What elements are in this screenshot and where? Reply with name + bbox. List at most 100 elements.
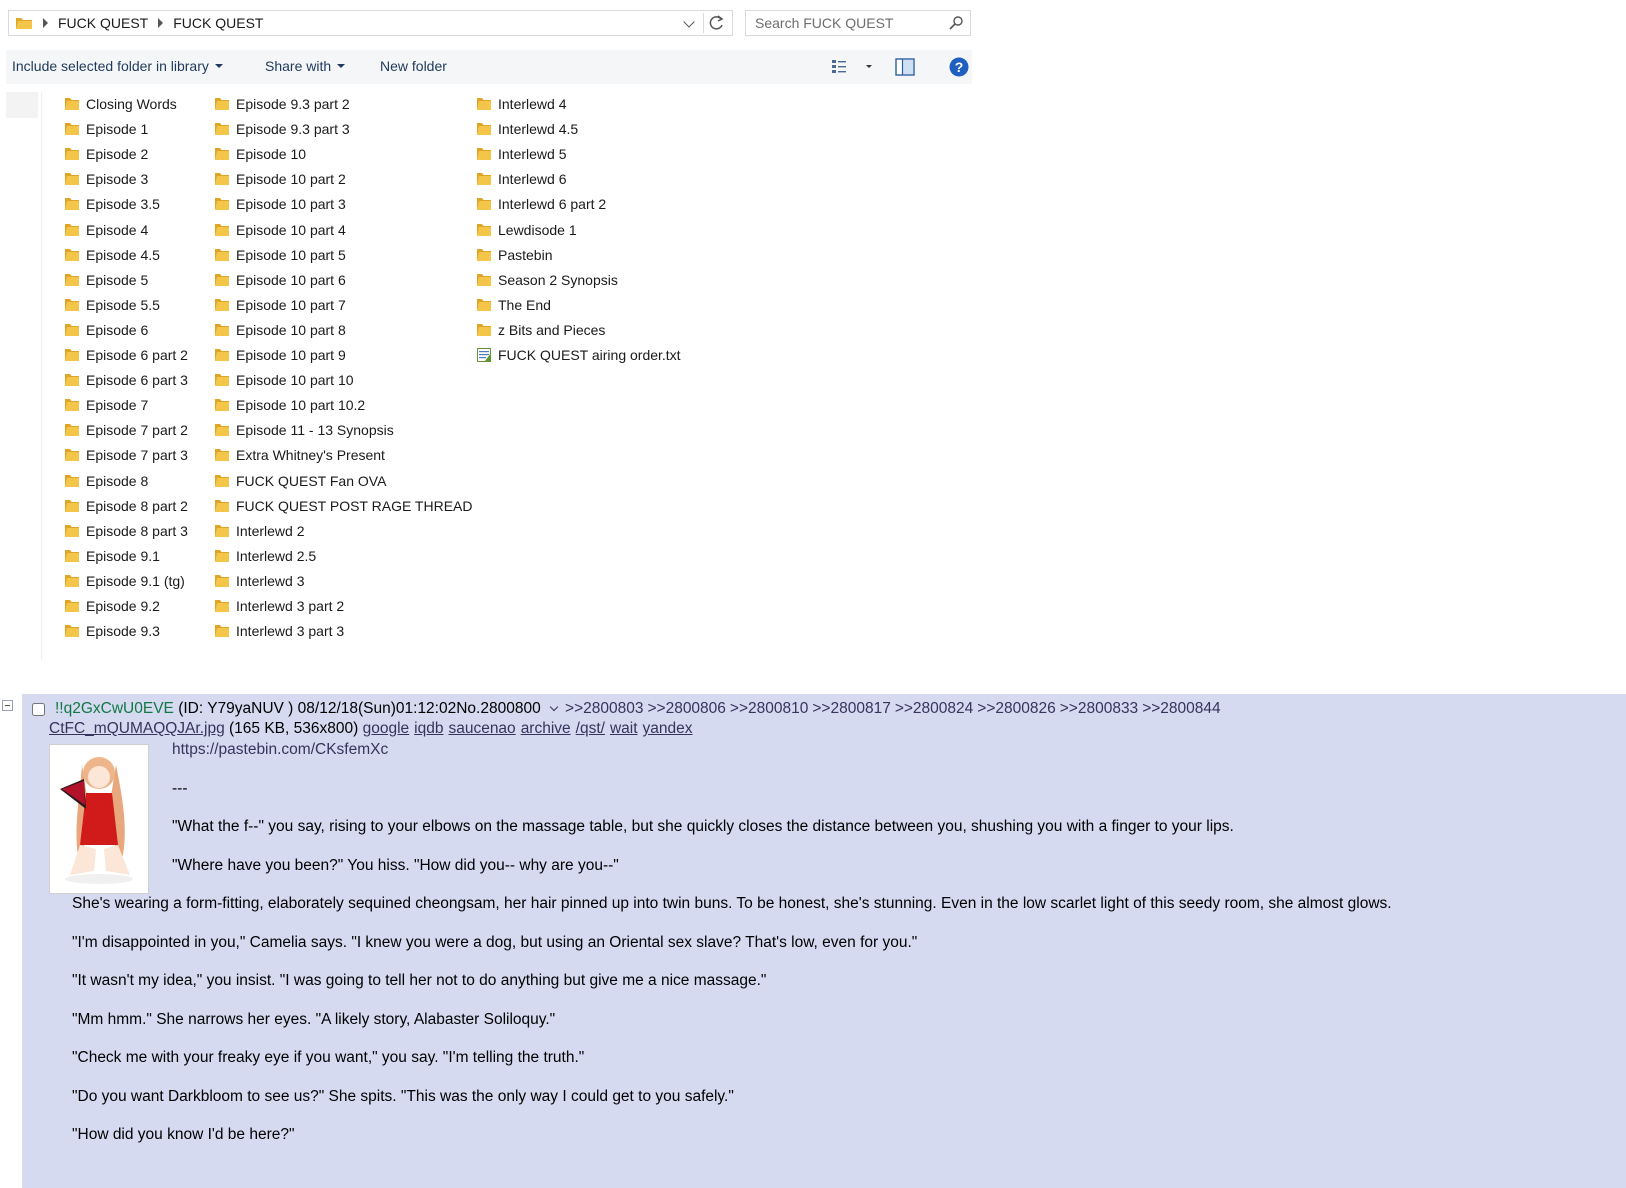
preview-pane-icon[interactable] <box>894 56 916 78</box>
folder-item[interactable]: Episode 8 part 3 <box>64 519 188 543</box>
folder-item[interactable]: Episode 2 <box>64 142 148 166</box>
refresh-icon[interactable] <box>706 13 728 33</box>
post-menu-icon[interactable] <box>549 702 559 712</box>
folder-item[interactable]: Episode 11 - 13 Synopsis <box>214 418 394 442</box>
share-with-button[interactable]: Share with <box>265 58 346 74</box>
include-in-library-button[interactable]: Include selected folder in library <box>12 58 223 74</box>
folder-item[interactable]: Episode 8 part 2 <box>64 494 188 518</box>
folder-item[interactable]: Episode 5.5 <box>64 293 160 317</box>
folder-icon <box>477 148 491 160</box>
collapse-post-toggle[interactable] <box>2 700 13 711</box>
breadcrumb-item[interactable]: FUCK QUEST <box>58 15 148 31</box>
folder-item[interactable]: Episode 10 part 7 <box>214 293 346 317</box>
folder-item[interactable]: Episode 10 part 5 <box>214 243 346 267</box>
folder-item[interactable]: Episode 9.3 <box>64 619 160 643</box>
search-box[interactable] <box>745 10 971 36</box>
folder-item[interactable]: Interlewd 6 part 2 <box>476 192 606 216</box>
folder-item[interactable]: Episode 10 part 8 <box>214 318 346 342</box>
folder-item[interactable]: Interlewd 6 <box>476 167 566 191</box>
file-item[interactable]: FUCK QUEST airing order.txt <box>476 343 681 367</box>
folder-item[interactable]: Episode 10 part 6 <box>214 268 346 292</box>
folder-item[interactable]: Episode 9.3 part 2 <box>214 92 350 116</box>
reply-link[interactable]: >>2800824 <box>895 700 973 717</box>
chevron-down-icon[interactable] <box>682 15 698 31</box>
item-label: Episode 2 <box>86 146 149 162</box>
image-search-link[interactable]: yandex <box>643 720 693 737</box>
help-icon[interactable]: ? <box>948 56 970 78</box>
folder-item[interactable]: Lewdisode 1 <box>476 218 577 242</box>
folder-item[interactable]: Episode 9.3 part 3 <box>214 117 350 141</box>
anime-girl-illustration <box>50 745 148 893</box>
reply-link[interactable]: >>2800833 <box>1060 700 1138 717</box>
folder-item[interactable]: Extra Whitney's Present <box>214 443 385 467</box>
folder-item[interactable]: Episode 6 part 3 <box>64 368 188 392</box>
folder-item[interactable]: FUCK QUEST POST RAGE THREAD <box>214 494 473 518</box>
folder-item[interactable]: Interlewd 2 <box>214 519 304 543</box>
folder-item[interactable]: Episode 10 part 9 <box>214 343 346 367</box>
new-folder-button[interactable]: New folder <box>380 58 447 74</box>
folder-item[interactable]: Interlewd 3 part 2 <box>214 594 344 618</box>
folder-item[interactable]: Episode 9.1 (tg) <box>64 569 185 593</box>
search-input[interactable] <box>746 11 945 35</box>
reply-link[interactable]: >>2800817 <box>812 700 890 717</box>
folder-item[interactable]: Interlewd 3 part 3 <box>214 619 344 643</box>
folder-item[interactable]: Episode 6 part 2 <box>64 343 188 367</box>
folder-item[interactable]: Interlewd 3 <box>214 569 304 593</box>
folder-item[interactable]: Episode 6 <box>64 318 148 342</box>
folder-item[interactable]: FUCK QUEST Fan OVA <box>214 469 386 493</box>
folder-item[interactable]: Episode 10 part 2 <box>214 167 346 191</box>
folder-item[interactable]: Episode 7 part 3 <box>64 443 188 467</box>
pastebin-link[interactable]: https://pastebin.com/CKsfemXc <box>172 741 388 759</box>
folder-item[interactable]: Episode 1 <box>64 117 148 141</box>
folder-item[interactable]: Episode 10 <box>214 142 306 166</box>
reply-link[interactable]: >>2800806 <box>647 700 725 717</box>
image-search-link[interactable]: iqdb <box>414 720 443 737</box>
folder-item[interactable]: Episode 10 part 4 <box>214 218 346 242</box>
image-search-link[interactable]: wait <box>610 720 638 737</box>
post-paragraph: "Mm hmm." She narrows her eyes. "A likel… <box>72 1011 556 1028</box>
address-bar[interactable]: FUCK QUEST FUCK QUEST <box>8 10 733 36</box>
folder-item[interactable]: Episode 5 <box>64 268 148 292</box>
folder-icon <box>65 475 79 487</box>
image-search-link[interactable]: google <box>363 720 410 737</box>
reply-link[interactable]: >>2800810 <box>730 700 808 717</box>
folder-item[interactable]: Episode 7 <box>64 393 148 417</box>
folder-item[interactable]: Interlewd 5 <box>476 142 566 166</box>
folder-item[interactable]: Episode 4.5 <box>64 243 160 267</box>
reply-link[interactable]: >>2800844 <box>1142 700 1220 717</box>
folder-item[interactable]: Interlewd 4.5 <box>476 117 578 141</box>
folder-item[interactable]: Interlewd 2.5 <box>214 544 316 568</box>
image-search-link[interactable]: /qst/ <box>576 720 605 737</box>
navigation-pane[interactable] <box>6 92 38 118</box>
folder-item[interactable]: z Bits and Pieces <box>476 318 605 342</box>
poster-id[interactable]: (ID: Y79yaNUV ) <box>178 700 293 717</box>
post-select-checkbox[interactable] <box>32 703 45 716</box>
folder-item[interactable]: Episode 7 part 2 <box>64 418 188 442</box>
folder-item[interactable]: Episode 4 <box>64 218 148 242</box>
folder-item[interactable]: Episode 10 part 10 <box>214 368 354 392</box>
folder-item[interactable]: Episode 8 <box>64 469 148 493</box>
navigation-pane-divider[interactable] <box>41 92 42 660</box>
breadcrumb-item[interactable]: FUCK QUEST <box>173 15 263 31</box>
folder-item[interactable]: Pastebin <box>476 243 552 267</box>
folder-item[interactable]: The End <box>476 293 551 317</box>
reply-link[interactable]: >>2800803 <box>565 700 643 717</box>
search-icon[interactable] <box>948 15 964 31</box>
folder-item[interactable]: Episode 3 <box>64 167 148 191</box>
folder-item[interactable]: Episode 10 part 10.2 <box>214 393 365 417</box>
image-search-link[interactable]: saucenao <box>448 720 515 737</box>
folder-item[interactable]: Episode 9.1 <box>64 544 160 568</box>
folder-item[interactable]: Episode 10 part 3 <box>214 192 346 216</box>
folder-item[interactable]: Episode 9.2 <box>64 594 160 618</box>
folder-item[interactable]: Interlewd 4 <box>476 92 566 116</box>
post-thumbnail-image[interactable] <box>49 744 149 894</box>
view-options-icon[interactable] <box>830 56 876 78</box>
reply-link[interactable]: >>2800826 <box>977 700 1055 717</box>
folder-item[interactable]: Season 2 Synopsis <box>476 268 618 292</box>
folder-item[interactable]: Closing Words <box>64 92 177 116</box>
file-name-link[interactable]: CtFC_mQUMAQQJAr.jpg <box>49 720 225 737</box>
post-number[interactable]: No.2800800 <box>456 700 540 717</box>
folder-item[interactable]: Episode 3.5 <box>64 192 160 216</box>
image-search-link[interactable]: archive <box>521 720 571 737</box>
post-paragraph: "Where have you been?" You hiss. "How di… <box>172 857 619 874</box>
